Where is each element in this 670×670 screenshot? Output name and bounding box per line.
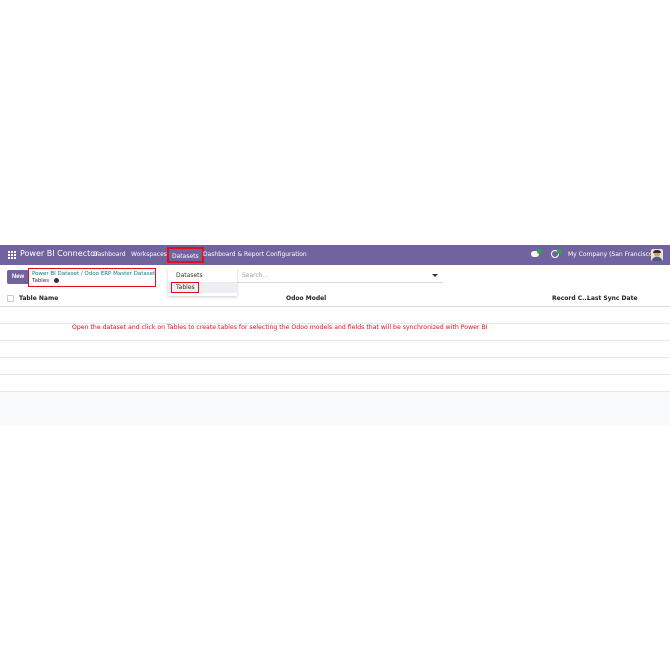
table-row <box>0 375 670 392</box>
company-switcher[interactable]: My Company (San Francisco) <box>568 251 655 258</box>
breadcrumb: Power BI Dataset / Odoo ERP Master Datas… <box>28 268 156 287</box>
tutorial-annotation: Open the dataset and click on Tables to … <box>72 324 488 331</box>
dropdown-item-datasets[interactable]: Datasets <box>168 270 237 281</box>
app-title[interactable]: Power BI Connector <box>20 249 98 258</box>
search-input[interactable]: Search... <box>242 272 268 279</box>
menu-dashboard[interactable]: Dashboard <box>93 251 126 258</box>
avatar[interactable] <box>651 249 663 261</box>
dropdown-item-row: Tables <box>168 282 237 293</box>
column-last-sync-date[interactable]: Last Sync Date <box>587 295 638 302</box>
menu-dashboard-report[interactable]: Dashboard & Report <box>203 251 264 258</box>
column-record-count[interactable]: Record C... <box>552 295 589 302</box>
apps-grid-icon[interactable] <box>8 251 16 259</box>
column-odoo-model[interactable]: Odoo Model <box>286 295 326 302</box>
menu-datasets[interactable]: Datasets <box>167 247 204 263</box>
table-row <box>0 341 670 358</box>
breadcrumb-separator: / <box>80 271 83 277</box>
app-window: Power BI Connector Dashboard Workspaces … <box>0 245 670 425</box>
breadcrumb-record[interactable]: Odoo ERP Master Dataset <box>84 271 155 277</box>
activity-badge <box>557 249 562 254</box>
control-panel: New Power BI Dataset / Odoo ERP Master D… <box>0 265 670 291</box>
breadcrumb-parent[interactable]: Power BI Dataset <box>32 271 79 277</box>
select-all-checkbox[interactable] <box>7 295 14 302</box>
new-button[interactable]: New <box>7 270 29 284</box>
chat-badge <box>537 249 542 254</box>
breadcrumb-current: Tables <box>32 278 50 284</box>
search-bar[interactable]: Search... <box>237 268 443 283</box>
gear-icon[interactable] <box>53 278 59 283</box>
navbar: Power BI Connector Dashboard Workspaces … <box>0 245 670 265</box>
table-row <box>0 307 670 324</box>
caret-down-icon[interactable] <box>429 270 441 282</box>
menu-configuration[interactable]: Configuration <box>266 251 307 258</box>
menu-workspaces[interactable]: Workspaces <box>131 251 167 258</box>
table-header: Table Name Odoo Model Record C... Last S… <box>0 291 670 307</box>
datasets-dropdown: Datasets Tables <box>168 268 237 296</box>
dropdown-item-tables[interactable]: Tables <box>171 282 199 293</box>
table-row <box>0 358 670 375</box>
column-table-name[interactable]: Table Name <box>19 295 58 302</box>
